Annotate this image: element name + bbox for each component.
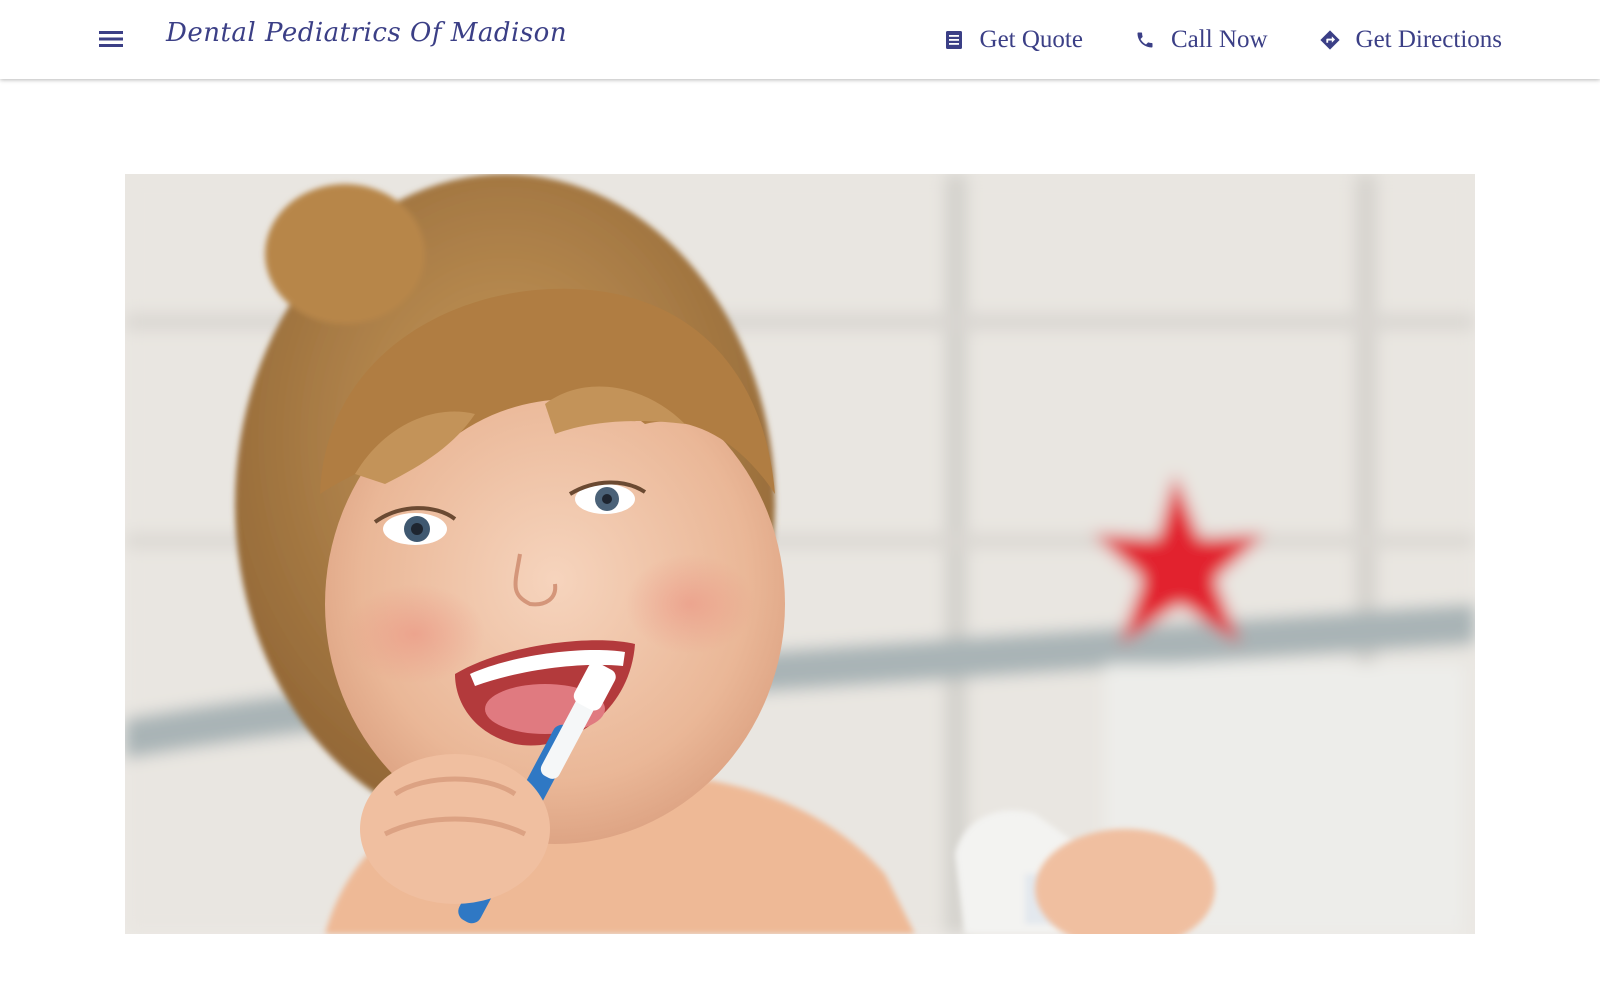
call-now-label: Call Now	[1170, 25, 1268, 53]
get-directions-link[interactable]: Get Directions	[1318, 26, 1502, 54]
menu-button[interactable]	[96, 24, 126, 54]
directions-icon	[1318, 28, 1342, 52]
header-actions: Get Quote Call Now Get Directions	[942, 0, 1502, 79]
get-quote-link[interactable]: Get Quote	[942, 26, 1083, 54]
phone-icon	[1133, 28, 1157, 52]
child-brushing-teeth-photo	[125, 174, 1475, 934]
get-directions-label: Get Directions	[1355, 25, 1502, 53]
get-quote-label: Get Quote	[979, 25, 1083, 53]
call-now-link[interactable]: Call Now	[1133, 26, 1268, 54]
hero-image	[125, 174, 1475, 934]
brand-title[interactable]: Dental Pediatrics Of Madison	[166, 18, 567, 48]
hamburger-menu-icon	[99, 31, 123, 47]
site-header: Dental Pediatrics Of Madison Get Quote C…	[0, 0, 1600, 79]
quote-document-icon	[942, 28, 966, 52]
